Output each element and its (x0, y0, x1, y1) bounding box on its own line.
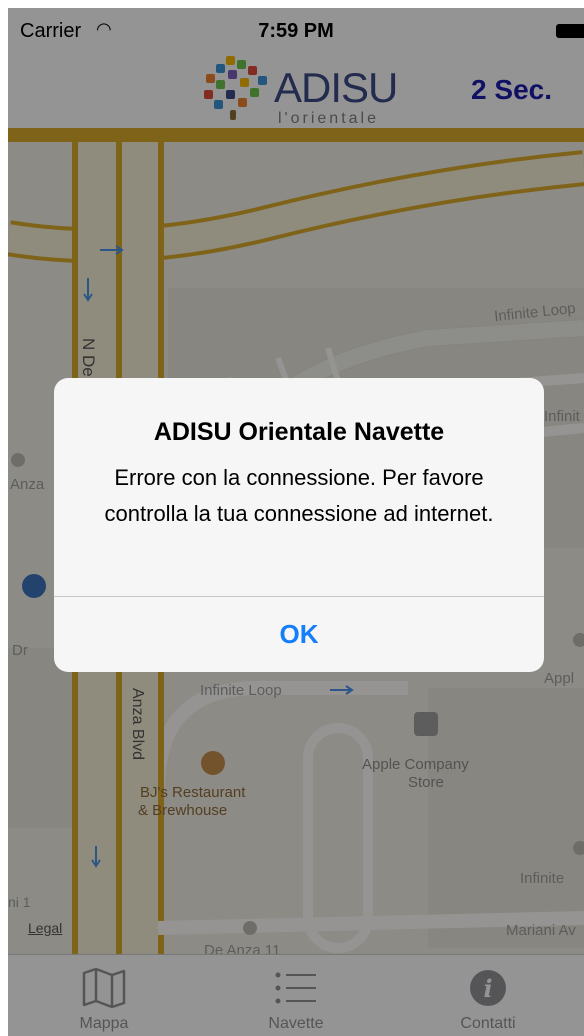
alert-title: ADISU Orientale Navette (153, 418, 445, 446)
alert-message: Errore con la connessione. Per favore co… (104, 465, 494, 526)
ok-button[interactable]: OK (54, 597, 544, 672)
connection-error-alert: ADISU Orientale Navette Errore con la co… (54, 378, 544, 672)
phone-screen: Infinite Loop Infinit N De A Anza Dr App… (8, 8, 584, 1036)
